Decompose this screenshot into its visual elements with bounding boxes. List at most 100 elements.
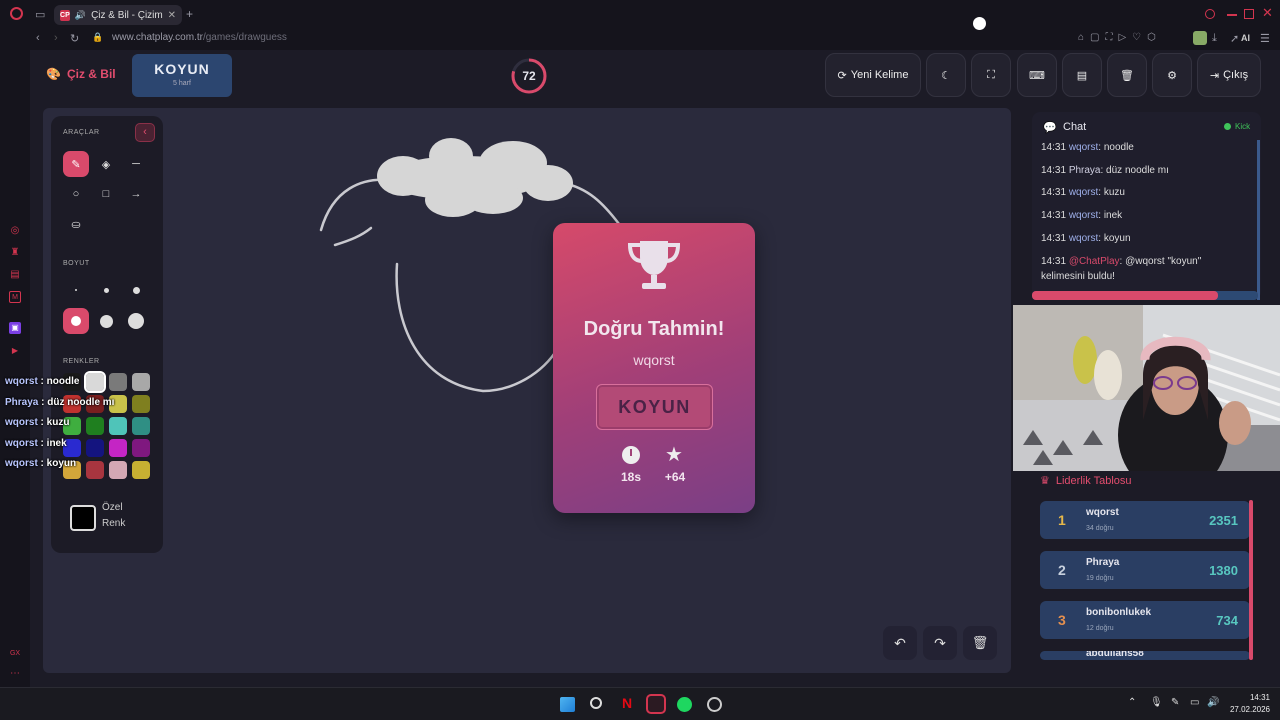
pen-icon[interactable]: ✎ (1171, 697, 1179, 708)
messenger-icon[interactable]: ▤ (9, 269, 21, 281)
leaderboard-row[interactable]: 2 Phraya 19 doğru 1380 (1040, 551, 1250, 589)
size-m[interactable] (123, 277, 149, 303)
chat-user[interactable]: wqorst (1069, 233, 1098, 244)
forward-icon[interactable]: › (54, 32, 58, 44)
brand[interactable]: 🎨 Çiz & Bil (46, 67, 116, 81)
undo-button[interactable]: ↶ (883, 626, 917, 660)
new-word-button[interactable]: ⟳ Yeni Kelime (825, 53, 921, 97)
settings-button[interactable]: ⚙ (1152, 53, 1192, 97)
theme-toggle-button[interactable]: ☾ (926, 53, 966, 97)
chat-text: : inek (1098, 210, 1123, 222)
maximize-icon[interactable] (1244, 9, 1254, 19)
exit-label: Çıkış (1223, 69, 1249, 81)
overlay-chat-user: wqorst (5, 376, 38, 387)
chat-time: 14:31 (1041, 164, 1067, 176)
size-l[interactable] (63, 308, 89, 334)
minimize-icon[interactable] (1227, 14, 1237, 16)
exit-button[interactable]: ⇥ Çıkış (1197, 53, 1261, 97)
ai-label[interactable]: AI (1241, 33, 1250, 43)
reload-icon[interactable]: ↻ (70, 32, 79, 45)
chat-user[interactable]: Phraya (1069, 165, 1101, 176)
keyboard-button[interactable]: ⌨ (1017, 53, 1057, 97)
color-swatch[interactable] (132, 439, 150, 457)
circle-tool[interactable]: ○ (63, 181, 89, 207)
volume-icon[interactable]: 🔊 (1207, 697, 1219, 708)
chat-user[interactable]: wqorst (1069, 142, 1098, 153)
leaderboard-rank: 3 (1058, 612, 1066, 628)
chat-user[interactable]: wqorst (1069, 210, 1098, 221)
tab-close-icon[interactable]: ✕ (168, 10, 176, 21)
network-icon[interactable]: ▭ (1190, 697, 1199, 708)
tab-title: Çiz & Bil - Çizim Oy (91, 9, 163, 21)
ai-send-icon[interactable]: ➚ (1230, 32, 1239, 45)
collapse-button[interactable]: ‹ (135, 123, 155, 142)
color-swatch[interactable] (132, 461, 150, 479)
redo-button[interactable]: ↷ (923, 626, 957, 660)
chat-text: : kuzu (1098, 187, 1125, 199)
rect-tool[interactable]: □ (93, 181, 119, 207)
custom-color-button[interactable] (70, 505, 96, 531)
size-xl[interactable] (93, 308, 119, 334)
menu-icon[interactable]: ☰ (1260, 32, 1270, 45)
search-icon[interactable] (590, 697, 602, 709)
overlay-chat-text: : inek (37, 437, 67, 449)
steam-icon[interactable] (707, 697, 722, 712)
youtube-icon[interactable]: ▶ (9, 345, 21, 357)
opera-logo-icon[interactable] (10, 7, 23, 20)
search-tabs-icon[interactable] (1205, 9, 1215, 19)
leaderboard-name: abdullahs58 (1086, 651, 1144, 659)
leaderboard-row[interactable]: 3 bonibonlukek 12 doğru 734 (1040, 601, 1250, 639)
chat-user[interactable]: @ChatPlay (1069, 256, 1120, 267)
gx-corner-icon[interactable]: GX (9, 648, 21, 660)
spotify-icon[interactable] (677, 697, 692, 712)
palette-icon: 🎨 (46, 67, 61, 81)
fill-tool[interactable]: ⛀ (63, 211, 89, 237)
chat-input-bar[interactable] (1032, 291, 1258, 300)
extension-icons[interactable]: ⌂▢⛶▷♡⬡ (1078, 32, 1162, 43)
workspaces-icon[interactable]: ▭ (35, 8, 45, 21)
tab-active[interactable]: CP 🔊 Çiz & Bil - Çizim Oy ✕ (54, 5, 182, 25)
delete-button[interactable]: 🗑 (1107, 53, 1147, 97)
size-s[interactable] (93, 277, 119, 303)
chat-scrollbar[interactable] (1257, 140, 1260, 300)
start-icon[interactable] (560, 697, 575, 712)
overlay-chat-user: Phraya (5, 396, 39, 408)
more-icon[interactable]: ⋯ (9, 668, 21, 680)
clear-canvas-button[interactable]: 🗑 (963, 626, 997, 660)
size-xxl[interactable] (123, 308, 149, 334)
eraser-tool[interactable]: ◈ (93, 151, 119, 177)
url-field[interactable]: www.chatplay.com.tr/games/drawguess (112, 32, 712, 43)
clock-time[interactable]: 14:31 (1230, 693, 1270, 702)
size-xs[interactable] (63, 277, 89, 303)
color-swatch[interactable] (132, 373, 150, 391)
gx-bot-icon[interactable]: ♜ (9, 247, 21, 259)
download-icon[interactable]: ⤓ (1212, 32, 1217, 45)
chat-user[interactable]: wqorst (1069, 187, 1098, 198)
leaderboard-scrollbar[interactable] (1249, 500, 1253, 660)
close-window-icon[interactable]: ✕ (1262, 5, 1273, 21)
color-swatch[interactable] (132, 417, 150, 435)
correct-guess-card: Doğru Tahmin! wqorst KOYUN 18s ★ +64 (553, 223, 755, 513)
drawing-canvas[interactable]: ↶ ↷ 🗑 (43, 108, 1011, 673)
arrow-tool[interactable]: → (123, 181, 149, 207)
back-icon[interactable]: ‹ (36, 32, 40, 44)
brush-tool[interactable]: ✎ (63, 151, 89, 177)
fullscreen-button[interactable]: ⛶ (971, 53, 1011, 97)
leaderboard-score: 734 (1216, 613, 1238, 628)
profile-avatar[interactable] (1193, 31, 1207, 45)
color-swatch[interactable] (132, 395, 150, 413)
leaderboard-row[interactable]: 1 wqorst 34 doğru 2351 (1040, 501, 1250, 539)
twitch-icon[interactable]: ▣ (9, 322, 21, 334)
netflix-icon[interactable]: N (622, 695, 632, 711)
speaker-icon[interactable]: 🔊 (75, 10, 86, 21)
aria-icon[interactable]: ◎ (9, 225, 21, 237)
new-tab-icon[interactable]: + (186, 7, 193, 21)
mic-icon[interactable]: 🎙 (1150, 697, 1163, 708)
opera-gx-taskbar-icon[interactable] (646, 694, 666, 714)
mail-icon[interactable]: M (9, 291, 21, 303)
leaderboard-row[interactable]: abdullahs58 (1040, 651, 1250, 660)
archive-button[interactable]: ▤ (1062, 53, 1102, 97)
tray-chevron-icon[interactable]: ⌃ (1128, 697, 1136, 708)
clock-date[interactable]: 27.02.2026 (1222, 705, 1270, 714)
line-tool[interactable]: ─ (123, 151, 149, 177)
